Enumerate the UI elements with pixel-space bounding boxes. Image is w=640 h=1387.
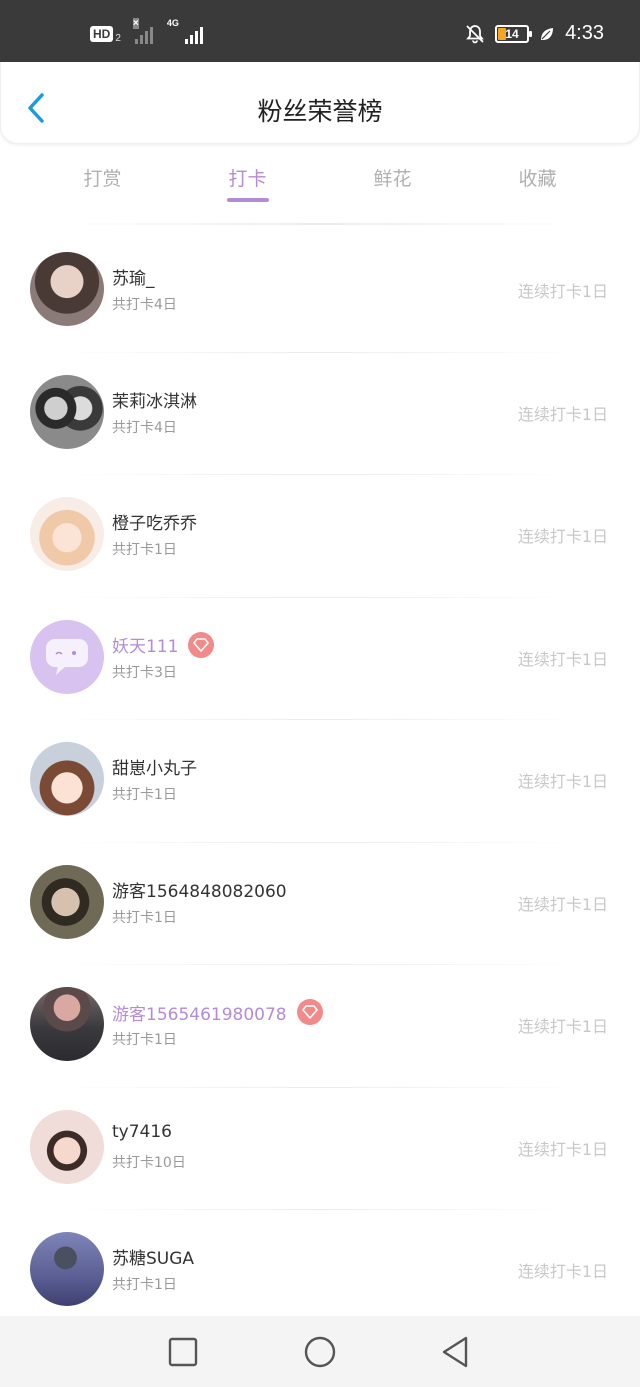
avatar[interactable]	[30, 252, 104, 326]
signal-no-service-icon: ×	[132, 18, 153, 44]
tab-flowers[interactable]: 鲜花	[320, 158, 465, 208]
tab-checkin[interactable]: 打卡	[175, 158, 320, 208]
avatar[interactable]	[30, 1109, 104, 1184]
status-bar: HD 2 × 4G 14 4:33	[0, 0, 640, 62]
mute-bell-icon	[466, 24, 484, 43]
avatar[interactable]	[30, 864, 104, 939]
list-item[interactable]: 苏瑜_ 共打卡4日 连续打卡1日	[0, 230, 640, 353]
fan-name: 苏瑜_	[112, 269, 155, 289]
home-circle-icon	[304, 1336, 336, 1368]
fan-name: 妖天111	[112, 637, 179, 657]
fan-name: 橙子吃乔乔	[112, 514, 197, 534]
tab-bar: 打赏 打卡 鲜花 收藏	[30, 158, 610, 208]
avatar[interactable]	[30, 742, 104, 816]
system-nav-bar	[0, 1316, 640, 1387]
list-item[interactable]: 妖天111 共打卡3日 连续打卡1日	[0, 598, 640, 720]
status-right: 14 4:33	[465, 22, 604, 45]
chat-bubble-icon	[46, 638, 88, 675]
avatar[interactable]	[30, 1232, 104, 1306]
hd-icon: HD	[90, 26, 114, 42]
total-checkins: 共打卡4日	[112, 419, 177, 436]
fan-name: 游客1565461980078	[112, 1004, 287, 1025]
streak-checkins: 连续打卡1日	[517, 1139, 608, 1159]
streak-checkins: 连续打卡1日	[517, 1017, 608, 1036]
status-left: HD 2 × 4G	[90, 18, 203, 44]
list-item[interactable]: 茉莉冰淇淋 共打卡4日 连续打卡1日	[0, 353, 640, 475]
diamond-badge-icon	[296, 999, 323, 1025]
total-checkins: 共打卡1日	[112, 1277, 177, 1293]
total-checkins: 共打卡4日	[112, 297, 177, 313]
streak-checkins: 连续打卡1日	[517, 649, 608, 669]
avatar[interactable]	[30, 374, 104, 449]
avatar[interactable]	[30, 619, 104, 694]
tabs-divider	[60, 223, 580, 225]
list-item[interactable]: 游客1565461980078 共打卡1日 连续打卡1日	[0, 965, 640, 1088]
total-checkins: 共打卡3日	[112, 664, 177, 681]
signal-4g-icon: 4G	[167, 18, 203, 44]
streak-checkins: 连续打卡1日	[517, 282, 608, 301]
tab-reward[interactable]: 打赏	[30, 158, 175, 208]
list-item[interactable]: 甜崽小丸子 共打卡1日 连续打卡1日	[0, 720, 640, 843]
back-triangle-icon	[442, 1336, 468, 1368]
streak-checkins: 连续打卡1日	[517, 1262, 608, 1281]
total-checkins: 共打卡1日	[112, 1032, 177, 1048]
recent-apps-button[interactable]	[165, 1334, 201, 1370]
battery-icon: 14	[495, 24, 533, 43]
streak-checkins: 连续打卡1日	[517, 404, 608, 424]
tab-favorites[interactable]: 收藏	[465, 158, 610, 208]
streak-checkins: 连续打卡1日	[517, 527, 608, 546]
fan-name: 茉莉冰淇淋	[112, 391, 197, 412]
fan-name: 苏糖SUGA	[112, 1249, 195, 1269]
total-checkins: 共打卡1日	[112, 787, 177, 803]
list-item[interactable]: 游客1564848082060 共打卡1日 连续打卡1日	[0, 843, 640, 965]
back-nav-button[interactable]	[437, 1334, 473, 1370]
list-item[interactable]: ty7416 共打卡10日 连续打卡1日	[0, 1088, 640, 1210]
network-label: 4G	[166, 18, 179, 28]
streak-checkins: 连续打卡1日	[517, 894, 608, 914]
home-button[interactable]	[302, 1334, 338, 1370]
total-checkins: 共打卡1日	[112, 542, 177, 558]
fan-list: 苏瑜_ 共打卡4日 连续打卡1日 茉莉冰淇淋 共打卡4日 连续打卡1日 橙子吃乔…	[0, 230, 640, 1333]
page-title: 粉丝荣誉榜	[257, 97, 383, 126]
list-item[interactable]: 橙子吃乔乔 共打卡1日 连续打卡1日	[0, 475, 640, 598]
diamond-badge-icon	[188, 631, 215, 658]
hd-sub-label: 2	[115, 32, 121, 44]
battery-level: 14	[505, 26, 519, 41]
avatar[interactable]	[30, 497, 104, 571]
avatar[interactable]	[30, 987, 104, 1061]
fan-name: 游客1564848082060	[112, 881, 287, 902]
recent-apps-square-icon	[168, 1337, 198, 1367]
page-header: 粉丝荣誉榜	[0, 62, 640, 144]
total-checkins: 共打卡10日	[112, 1154, 186, 1171]
list-item[interactable]: 苏糖SUGA 共打卡1日 连续打卡1日	[0, 1210, 640, 1333]
status-time: 4:33	[565, 22, 604, 44]
streak-checkins: 连续打卡1日	[517, 772, 608, 791]
total-checkins: 共打卡1日	[112, 909, 177, 926]
leaf-eco-icon	[541, 27, 554, 40]
fan-name: 甜崽小丸子	[112, 759, 197, 779]
fan-name: ty7416	[112, 1121, 172, 1142]
